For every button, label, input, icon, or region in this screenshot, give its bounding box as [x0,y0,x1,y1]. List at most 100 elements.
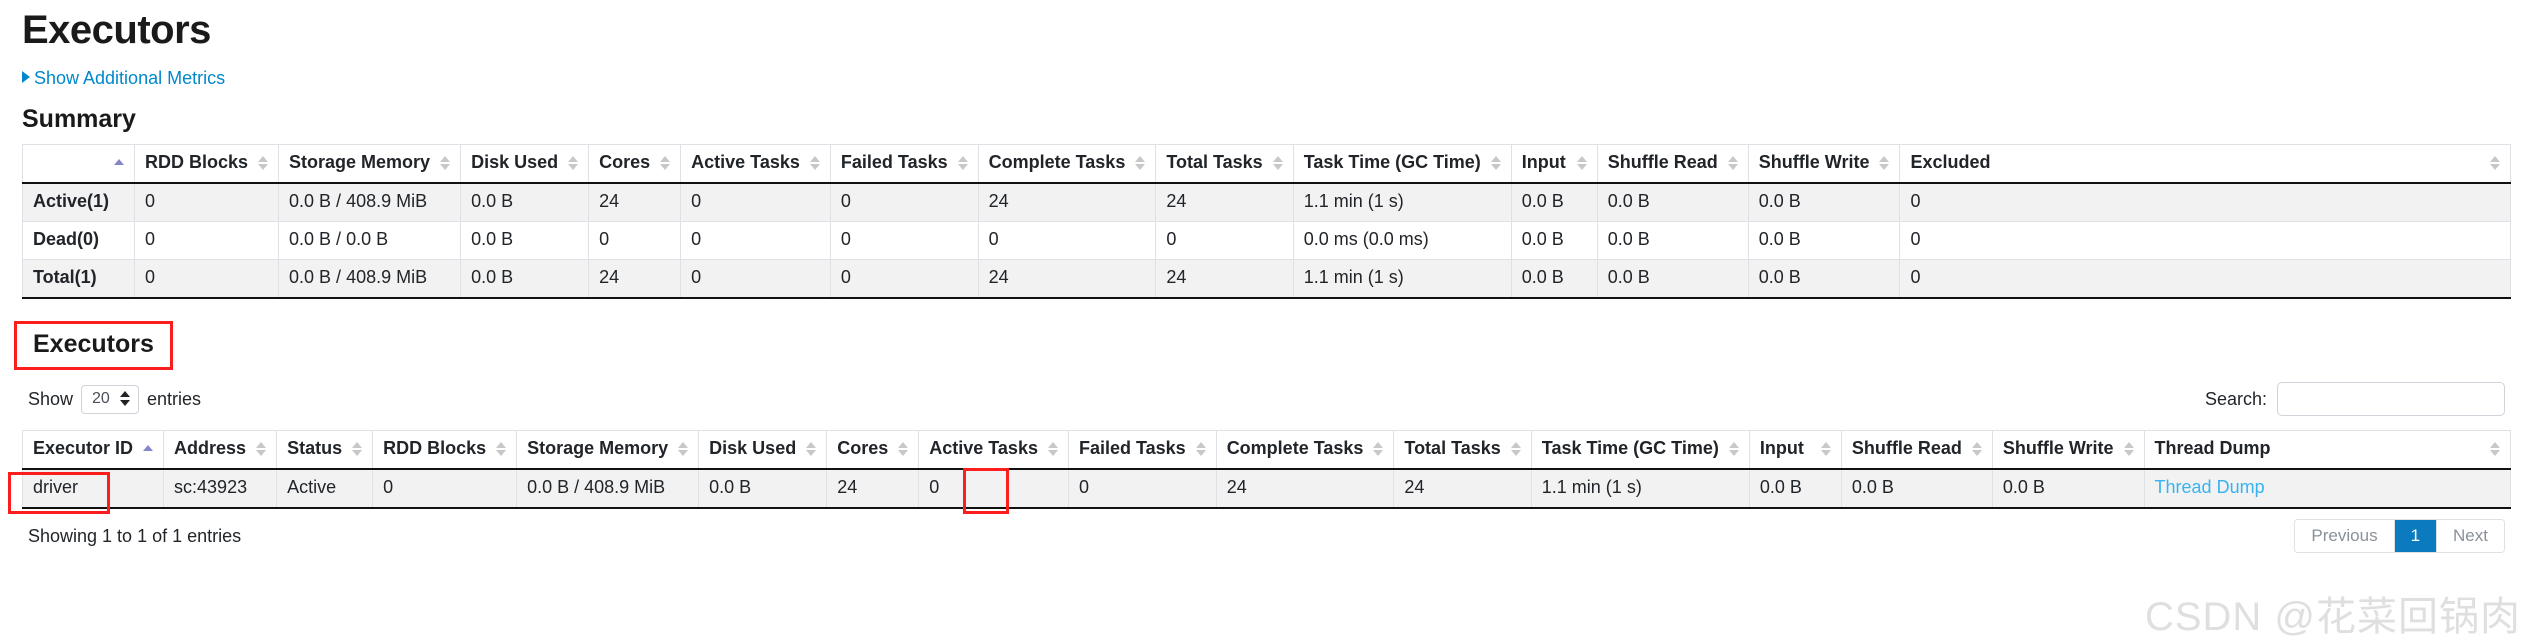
summary-col-blank[interactable] [22,144,135,184]
cell-task-time: 1.1 min (1 s) [1292,182,1512,222]
executors-col-active-tasks-label: Active Tasks [929,438,1038,458]
executors-table-body: driver sc:43923 Active 0 0.0 B / 408.9 M… [21,468,2512,509]
summary-col-input[interactable]: Input [1510,144,1598,184]
cell-excluded: 0 [1899,221,2511,260]
summary-col-rdd-blocks[interactable]: RDD Blocks [133,144,280,184]
executors-col-shuffle-write[interactable]: Shuffle Write [1991,430,2145,470]
summary-col-disk-used[interactable]: Disk Used [460,144,590,184]
executors-col-failed-tasks[interactable]: Failed Tasks [1067,430,1217,470]
summary-col-cores[interactable]: Cores [588,144,682,184]
executors-table-controls: Show 20 entries Search: [22,382,2511,416]
summary-col-storage-memory[interactable]: Storage Memory [278,144,462,184]
executors-col-total-tasks[interactable]: Total Tasks [1393,430,1532,470]
summary-col-task-time[interactable]: Task Time (GC Time) [1292,144,1512,184]
executors-col-status[interactable]: Status [276,430,374,470]
executors-table-footer: Showing 1 to 1 of 1 entries Previous 1 N… [22,519,2511,553]
cell-rdd-blocks: 0 [133,182,280,222]
summary-col-total-tasks[interactable]: Total Tasks [1155,144,1294,184]
summary-col-complete-tasks[interactable]: Complete Tasks [977,144,1157,184]
executors-col-rdd-blocks[interactable]: RDD Blocks [372,430,518,470]
cell-excluded: 0 [1899,259,2511,299]
table-row: Total(1) 0 0.0 B / 408.9 MiB 0.0 B 24 0 … [22,259,2511,299]
cell-failed-tasks: 0 [829,182,979,222]
executors-col-task-time[interactable]: Task Time (GC Time) [1530,430,1750,470]
executors-col-shuffle-read[interactable]: Shuffle Read [1840,430,1993,470]
cell-cores: 24 [588,182,682,222]
cell-cores: 0 [588,221,682,260]
executors-table-wrap: Executor ID Address Status RDD Blocks St… [8,430,2512,514]
executors-col-thread-dump-label: Thread Dump [2154,438,2271,458]
cell-shuffle-read: 0.0 B [1840,468,1993,509]
cell-shuffle-write: 0.0 B [1747,221,1901,260]
sort-icon [1728,441,1739,456]
cell-input: 0.0 B [1510,259,1598,299]
executors-col-complete-tasks[interactable]: Complete Tasks [1215,430,1395,470]
summary-table: RDD Blocks Storage Memory Disk Used Core… [22,144,2511,299]
summary-col-total-tasks-label: Total Tasks [1166,152,1263,172]
sort-icon [809,155,820,170]
summary-col-active-tasks[interactable]: Active Tasks [680,144,831,184]
table-row: driver sc:43923 Active 0 0.0 B / 408.9 M… [21,468,2512,509]
executors-col-cores-label: Cores [837,438,889,458]
summary-col-shuffle-read[interactable]: Shuffle Read [1596,144,1749,184]
executors-col-address[interactable]: Address [163,430,278,470]
cell-complete-tasks: 24 [1215,468,1395,509]
sort-icon [440,155,451,170]
sort-icon [1195,441,1206,456]
summary-col-task-time-label: Task Time (GC Time) [1303,152,1481,172]
thread-dump-link[interactable]: Thread Dump [2155,477,2265,497]
cell-complete-tasks: 24 [977,259,1157,299]
summary-col-shuffle-write-label: Shuffle Write [1758,152,1870,172]
summary-col-failed-tasks[interactable]: Failed Tasks [829,144,979,184]
search-input[interactable] [2277,382,2505,416]
executors-table-head: Executor ID Address Status RDD Blocks St… [21,430,2512,470]
executors-col-storage-memory[interactable]: Storage Memory [516,430,700,470]
sort-ascending-icon [114,158,124,167]
cell-total-tasks: 24 [1393,468,1532,509]
cell-input: 0.0 B [1748,468,1842,509]
cell-active-tasks: 0 [680,182,831,222]
executors-col-active-tasks[interactable]: Active Tasks [918,430,1069,470]
cell-disk-used: 0.0 B [460,182,590,222]
executors-col-thread-dump[interactable]: Thread Dump [2143,430,2512,470]
caret-right-icon [22,71,30,83]
show-additional-metrics-toggle[interactable]: Show Additional Metrics [22,68,225,89]
page-length-control: Show 20 entries [28,384,202,414]
summary-col-excluded[interactable]: Excluded [1899,144,2511,184]
table-row: Dead(0) 0 0.0 B / 0.0 B 0.0 B 0 0 0 0 0 … [22,221,2511,260]
cell-disk-used: 0.0 B [698,468,828,509]
cell-failed-tasks: 0 [829,221,979,260]
cell-shuffle-read: 0.0 B [1596,182,1749,222]
cell-active-tasks: 0 [680,259,831,299]
sort-icon [568,155,579,170]
updown-arrows-icon [120,391,131,406]
summary-col-input-label: Input [1521,152,1566,172]
summary-col-disk-used-label: Disk Used [471,152,559,172]
pagination-page-1[interactable]: 1 [2394,520,2438,552]
cell-excluded: 0 [1899,182,2511,222]
sort-icon [1490,155,1501,170]
executors-col-executor-id[interactable]: Executor ID [21,430,165,470]
executors-col-disk-used[interactable]: Disk Used [698,430,828,470]
cell-thread-dump: Thread Dump [2143,468,2512,509]
page-length-select[interactable]: 20 [81,384,140,414]
cell-rdd-blocks: 0 [133,221,280,260]
summary-table-body: Active(1) 0 0.0 B / 408.9 MiB 0.0 B 24 0… [22,182,2511,299]
executors-col-total-tasks-label: Total Tasks [1404,438,1501,458]
summary-col-shuffle-read-label: Shuffle Read [1607,152,1718,172]
executors-col-input[interactable]: Input [1748,430,1842,470]
pagination-next[interactable]: Next [2437,520,2504,552]
cell-complete-tasks: 24 [977,182,1157,222]
sort-icon [1135,155,1146,170]
summary-col-shuffle-write[interactable]: Shuffle Write [1747,144,1901,184]
executors-col-task-time-label: Task Time (GC Time) [1541,438,1719,458]
page-length-value: 20 [92,389,110,407]
summary-row-label: Dead(0) [22,221,135,260]
summary-row-label: Total(1) [22,259,135,299]
entries-label: entries [147,388,202,409]
pagination-previous[interactable]: Previous [2295,520,2395,552]
executors-col-input-label: Input [1759,438,1804,458]
cell-disk-used: 0.0 B [460,259,590,299]
sort-icon [660,155,671,170]
executors-col-cores[interactable]: Cores [826,430,920,470]
